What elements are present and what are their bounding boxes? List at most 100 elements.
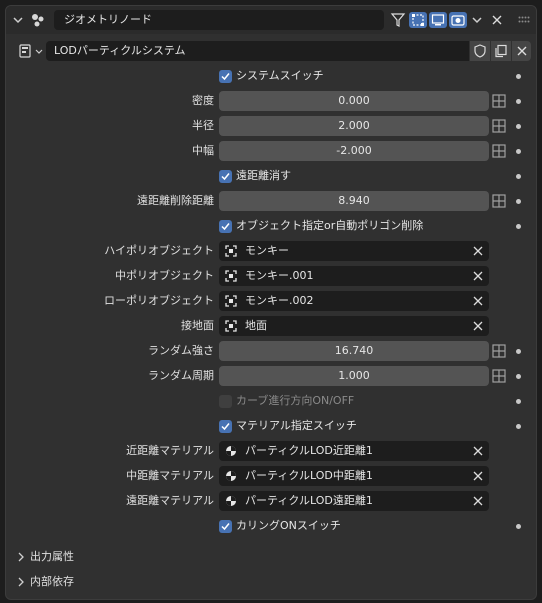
attribute-toggle-icon[interactable] xyxy=(492,144,506,158)
check-icon xyxy=(221,223,230,231)
far-erase-distance-label: 遠距離削除距離 xyxy=(137,194,214,207)
close-icon[interactable] xyxy=(473,246,483,256)
keyframe-dot[interactable] xyxy=(516,349,521,354)
node-group-field[interactable]: LODパーティクルシステム xyxy=(46,41,469,61)
midpoly-object-field[interactable]: モンキー.001 xyxy=(219,266,489,286)
node-name-field[interactable]: ジオメトリノード xyxy=(54,10,384,30)
material-icon xyxy=(226,471,236,481)
random-strength-field[interactable]: 16.740 xyxy=(219,341,489,361)
near-material-name: パーティクルLOD近距離1 xyxy=(245,444,373,457)
modifier-panel: ジオメトリノード LODパーティクルシステム システムスイッチ 密度 0.000 xyxy=(5,5,537,600)
width-field[interactable]: -2.000 xyxy=(219,141,489,161)
modifier-name: LODパーティクルシステム xyxy=(54,44,186,57)
random-period-field[interactable]: 1.000 xyxy=(219,366,489,386)
chevron-down-icon[interactable] xyxy=(35,48,43,56)
shield-icon xyxy=(474,44,486,58)
node-tree-icon[interactable] xyxy=(18,43,34,59)
keyframe-dot[interactable] xyxy=(516,524,521,529)
check-icon xyxy=(221,523,230,531)
culling-label: カリングONスイッチ xyxy=(236,519,341,532)
material-icon xyxy=(226,496,236,506)
far-material-label: 遠距離マテリアル xyxy=(126,494,214,507)
keyframe-dot[interactable] xyxy=(516,224,521,229)
far-material-field[interactable]: パーティクルLOD遠距離1 xyxy=(219,491,489,511)
midpoly-object-name: モンキー.001 xyxy=(245,269,314,282)
chevron-right-icon[interactable] xyxy=(17,577,25,587)
keyframe-dot[interactable] xyxy=(516,149,521,154)
keyframe-dot[interactable] xyxy=(516,374,521,379)
lowpoly-object-name: モンキー.002 xyxy=(245,294,314,307)
keyframe-dot[interactable] xyxy=(516,424,521,429)
hipoly-object-name: モンキー xyxy=(245,244,289,257)
render-toggle[interactable] xyxy=(449,12,467,28)
viewport-toggle[interactable] xyxy=(429,12,447,28)
close-icon[interactable] xyxy=(473,471,483,481)
system-switch-checkbox[interactable] xyxy=(219,70,232,83)
close-icon[interactable] xyxy=(473,496,483,506)
close-icon[interactable] xyxy=(492,15,502,25)
material-switch-label: マテリアル指定スイッチ xyxy=(236,419,357,432)
keyframe-dot[interactable] xyxy=(516,99,521,104)
density-field[interactable]: 0.000 xyxy=(219,91,489,111)
keyframe-dot[interactable] xyxy=(516,174,521,179)
unlink-button[interactable] xyxy=(512,41,531,61)
material-switch-checkbox[interactable] xyxy=(219,420,232,433)
node-title: ジオメトリノード xyxy=(64,13,152,26)
near-material-field[interactable]: パーティクルLOD近距離1 xyxy=(219,441,489,461)
lowpoly-label: ローポリオブジェクト xyxy=(104,294,214,307)
curve-direction-checkbox[interactable] xyxy=(219,395,232,408)
keyframe-dot[interactable] xyxy=(516,399,521,404)
attribute-toggle-icon[interactable] xyxy=(492,194,506,208)
far-material-name: パーティクルLOD遠距離1 xyxy=(245,494,373,507)
fake-user-button[interactable] xyxy=(470,41,490,61)
drag-handle-icon[interactable] xyxy=(518,16,530,24)
attribute-toggle-icon[interactable] xyxy=(492,369,506,383)
editmode-toggle[interactable] xyxy=(409,12,427,28)
camera-icon xyxy=(451,15,465,26)
internal-dependencies-section[interactable]: 内部依存 xyxy=(30,573,74,591)
keyframe-dot[interactable] xyxy=(516,199,521,204)
object-icon xyxy=(225,270,237,282)
width-label: 中幅 xyxy=(192,144,214,157)
hipoly-object-field[interactable]: モンキー xyxy=(219,241,489,261)
ground-object-name: 地面 xyxy=(245,319,267,332)
close-icon[interactable] xyxy=(473,446,483,456)
close-icon[interactable] xyxy=(473,321,483,331)
object-or-auto-label: オブジェクト指定or自動ポリゴン削除 xyxy=(236,219,424,232)
ground-object-field[interactable]: 地面 xyxy=(219,316,489,336)
object-icon xyxy=(225,245,237,257)
keyframe-dot[interactable] xyxy=(516,74,521,79)
far-erase-checkbox[interactable] xyxy=(219,170,232,183)
funnel-icon[interactable] xyxy=(390,12,406,28)
lowpoly-object-field[interactable]: モンキー.002 xyxy=(219,291,489,311)
close-icon[interactable] xyxy=(473,296,483,306)
chevron-right-icon[interactable] xyxy=(17,552,25,562)
object-or-auto-checkbox[interactable] xyxy=(219,220,232,233)
random-strength-label: ランダム強さ xyxy=(148,344,214,357)
radius-field[interactable]: 2.000 xyxy=(219,116,489,136)
attribute-toggle-icon[interactable] xyxy=(492,94,506,108)
monitor-icon xyxy=(431,14,445,26)
mid-material-field[interactable]: パーティクルLOD中距離1 xyxy=(219,466,489,486)
near-material-label: 近距離マテリアル xyxy=(126,444,214,457)
keyframe-dot[interactable] xyxy=(516,124,521,129)
output-attributes-section[interactable]: 出力属性 xyxy=(30,548,74,566)
culling-checkbox[interactable] xyxy=(219,520,232,533)
check-icon xyxy=(221,423,230,431)
chevron-down-icon[interactable] xyxy=(472,15,482,25)
close-icon[interactable] xyxy=(473,271,483,281)
mid-material-label: 中距離マテリアル xyxy=(126,469,214,482)
curve-direction-label: カーブ進行方向ON/OFF xyxy=(236,394,355,407)
duplicate-icon xyxy=(495,44,507,58)
far-erase-label: 遠距離消す xyxy=(236,169,291,182)
attribute-toggle-icon[interactable] xyxy=(492,119,506,133)
chevron-down-icon[interactable] xyxy=(13,15,23,25)
midpoly-label: 中ポリオブジェクト xyxy=(115,269,214,282)
attribute-toggle-icon[interactable] xyxy=(492,344,506,358)
random-period-label: ランダム周期 xyxy=(148,369,214,382)
check-icon xyxy=(221,73,230,81)
object-icon xyxy=(225,295,237,307)
far-erase-distance-field[interactable]: 8.940 xyxy=(219,191,489,211)
object-icon xyxy=(225,320,237,332)
duplicate-button[interactable] xyxy=(491,41,511,61)
